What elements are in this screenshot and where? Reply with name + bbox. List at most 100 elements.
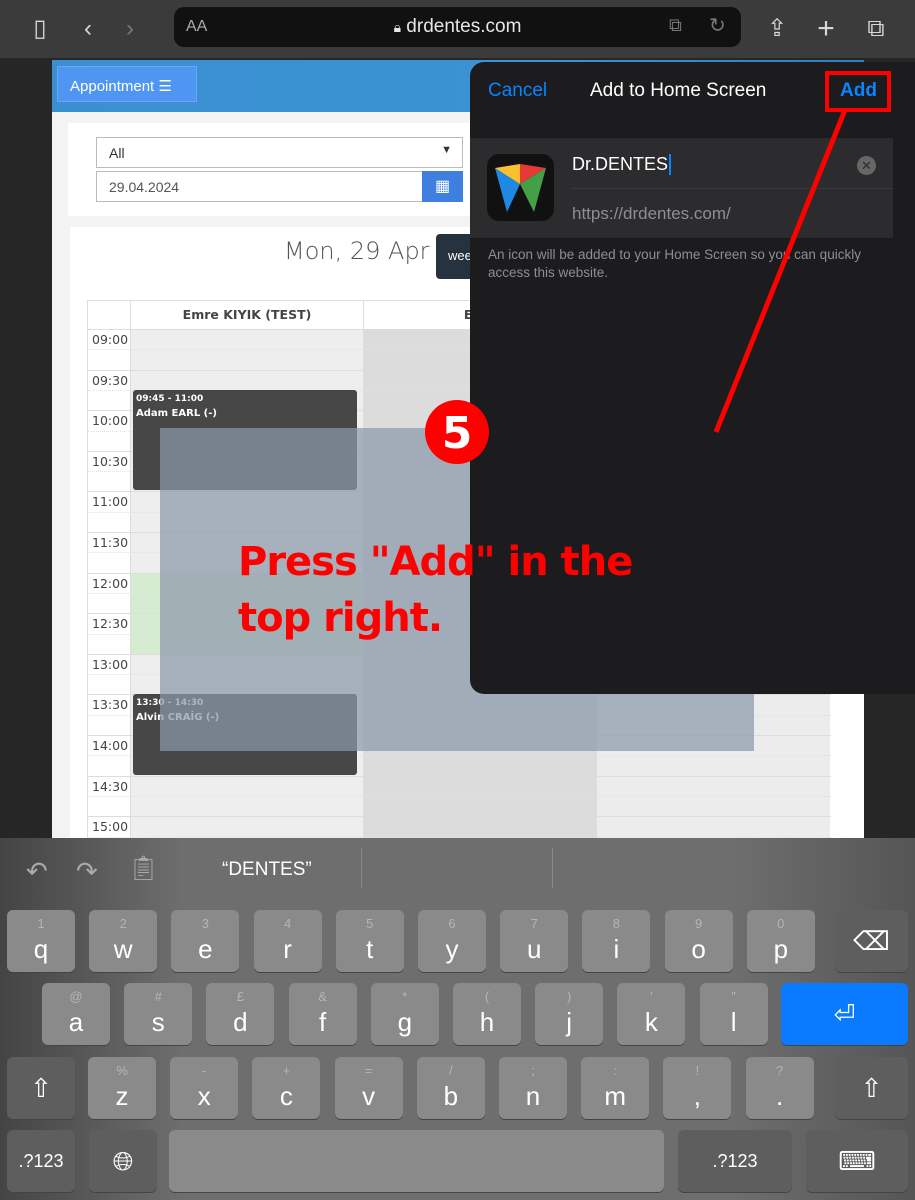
key-m[interactable]: :m bbox=[581, 1057, 650, 1119]
key-label: ⌨︎ bbox=[838, 1146, 876, 1176]
key-alt-label: % bbox=[116, 1063, 128, 1078]
key-label: z bbox=[115, 1081, 129, 1111]
key-b[interactable]: / b bbox=[416, 1057, 485, 1119]
key-label: c bbox=[279, 1081, 293, 1111]
key-k[interactable]: ’ k bbox=[617, 983, 686, 1045]
key-label: n bbox=[525, 1081, 541, 1111]
key-alt-label: / bbox=[448, 1063, 453, 1078]
key-w[interactable]: 2w bbox=[89, 910, 158, 972]
key-alt-label: ; bbox=[531, 1063, 535, 1078]
key-alt-label: # bbox=[154, 989, 162, 1004]
key-label: , bbox=[693, 1081, 701, 1111]
key-label: ⏎ bbox=[833, 999, 856, 1029]
paste-icon[interactable]: 📋︎ bbox=[128, 854, 158, 883]
return-key[interactable]: ⏎ bbox=[781, 983, 908, 1045]
key-alt-label: 9 bbox=[694, 916, 703, 931]
key-label: b bbox=[443, 1081, 459, 1111]
key-r[interactable]: 4r bbox=[253, 910, 322, 972]
redo-icon[interactable]: ↷ bbox=[76, 856, 98, 887]
key-label: u bbox=[526, 934, 542, 964]
shift-key-right[interactable]: ⇧ bbox=[835, 1057, 908, 1119]
key-label: h bbox=[479, 1007, 495, 1037]
suggestion-item[interactable]: “DENTES” bbox=[222, 859, 312, 881]
key-alt-label: 2 bbox=[119, 916, 127, 931]
key-z[interactable]: % z bbox=[88, 1057, 156, 1119]
space-key[interactable] bbox=[169, 1130, 664, 1192]
key-t[interactable]: 5t bbox=[335, 910, 404, 972]
key-alt-label: 6 bbox=[448, 916, 456, 931]
key-alt-label: £ bbox=[236, 989, 244, 1004]
key-label: p bbox=[773, 934, 789, 964]
key-h[interactable]: (h bbox=[453, 983, 521, 1045]
key-d[interactable]: £ d bbox=[206, 983, 275, 1045]
key-label: s bbox=[151, 1007, 165, 1037]
highlight-box bbox=[825, 71, 891, 112]
key-f[interactable]: & f bbox=[288, 983, 357, 1045]
step-number: 5 bbox=[441, 408, 473, 459]
key-alt-label: ’ bbox=[649, 989, 653, 1004]
key-alt-label: - bbox=[202, 1063, 207, 1078]
key-alt-label: 7 bbox=[530, 916, 538, 931]
key-label: 🌐︎ bbox=[112, 1146, 134, 1176]
key-.[interactable]: ?. bbox=[745, 1057, 814, 1119]
key-g[interactable]: * g bbox=[370, 983, 439, 1045]
key-alt-label: * bbox=[402, 989, 408, 1004]
key-label: w bbox=[113, 934, 133, 964]
key-alt-label: 3 bbox=[201, 916, 209, 931]
key-label: l bbox=[730, 1007, 737, 1037]
hide-keyboard-key[interactable]: ⌨︎ bbox=[806, 1130, 908, 1192]
globe-key[interactable]: 🌐︎ bbox=[89, 1130, 157, 1192]
key-alt-label: 0 bbox=[777, 916, 785, 931]
key-s[interactable]: # s bbox=[124, 983, 193, 1045]
key-label: x bbox=[197, 1081, 211, 1111]
key-u[interactable]: 7u bbox=[500, 910, 569, 972]
key-label: m bbox=[604, 1081, 627, 1111]
key-c[interactable]: + c bbox=[252, 1057, 321, 1119]
key-j[interactable]: ) j bbox=[535, 983, 604, 1045]
key-label: q bbox=[33, 934, 49, 964]
key-label: k bbox=[644, 1007, 658, 1037]
key-alt-label: ? bbox=[775, 1063, 784, 1078]
key-label: t bbox=[366, 934, 374, 964]
pointer-line bbox=[713, 109, 848, 433]
key-label: g bbox=[397, 1007, 413, 1037]
key-alt-label: ” bbox=[731, 989, 736, 1004]
key-v[interactable]: = v bbox=[334, 1057, 403, 1119]
key-label: f bbox=[318, 1007, 327, 1037]
key-e[interactable]: 3e bbox=[171, 910, 240, 972]
key-alt-label: : bbox=[613, 1063, 617, 1078]
shift-key-left[interactable]: ⇧ bbox=[7, 1057, 75, 1119]
key-label: j bbox=[566, 1007, 573, 1037]
numbers-key-right[interactable]: .?123 bbox=[678, 1130, 792, 1192]
delete-key[interactable]: ⌫ bbox=[835, 910, 908, 972]
key-alt-label: 5 bbox=[366, 916, 374, 931]
key-label: ⌫ bbox=[853, 926, 890, 956]
key-label: ⇧ bbox=[30, 1073, 52, 1103]
key-y[interactable]: 6y bbox=[418, 910, 486, 972]
key-p[interactable]: 0p bbox=[746, 910, 815, 972]
undo-icon[interactable]: ↶ bbox=[26, 856, 48, 887]
key-label: e bbox=[198, 934, 213, 964]
key-a[interactable]: @ a bbox=[42, 983, 110, 1045]
key-label: ⇧ bbox=[860, 1073, 883, 1103]
key-x[interactable]: -x bbox=[170, 1057, 239, 1119]
key-alt-label: & bbox=[318, 989, 327, 1004]
key-l[interactable]: ” l bbox=[699, 983, 768, 1045]
tutorial-instruction: Press "Add" in the top right. bbox=[238, 539, 633, 641]
key-label: a bbox=[68, 1007, 84, 1037]
key-alt-label: 1 bbox=[37, 916, 45, 931]
key-label: i bbox=[613, 934, 620, 964]
key-alt-label: ( bbox=[484, 989, 490, 1004]
key-label: . bbox=[775, 1081, 784, 1111]
key-n[interactable]: ; n bbox=[499, 1057, 567, 1119]
numbers-key-left[interactable]: .?123 bbox=[7, 1130, 75, 1192]
key-alt-label: 8 bbox=[612, 916, 620, 931]
key-o[interactable]: 9o bbox=[664, 910, 733, 972]
key-alt-label: ) bbox=[567, 989, 572, 1004]
key-alt-label: + bbox=[282, 1063, 291, 1078]
key-q[interactable]: 1q bbox=[7, 910, 75, 972]
keyboard: ↶ ↷ 📋︎ “DENTES” 1 q 2 w 3 e 4 r 5 t 6 y 7 u 8 i 9 o 0 p ⌫ @ a #… bbox=[0, 838, 915, 1200]
key-label: v bbox=[362, 1081, 376, 1111]
key-i[interactable]: 8i bbox=[582, 910, 651, 972]
key-,[interactable]: !, bbox=[663, 1057, 732, 1119]
